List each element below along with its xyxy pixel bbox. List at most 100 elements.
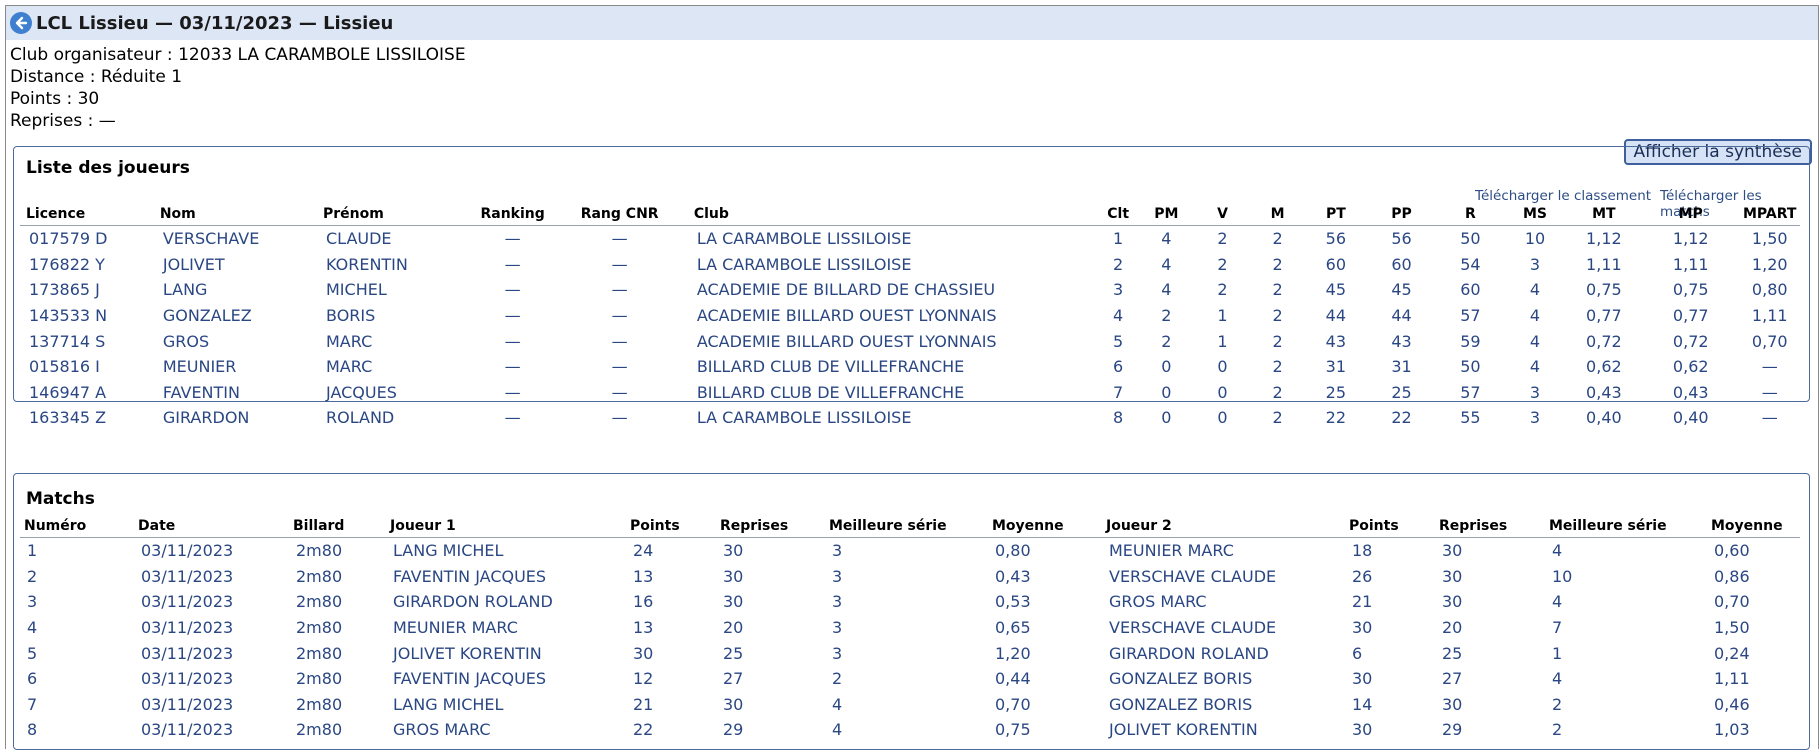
players-cell: BORIS xyxy=(326,306,376,326)
players-cell: 2 xyxy=(1113,254,1124,274)
matchs-cell: 1 xyxy=(27,541,38,561)
matchs-cell: 2m80 xyxy=(296,541,343,561)
players-cell: ACADEMIE DE BILLARD DE CHASSIEU xyxy=(696,280,996,300)
matchs-cell: 3 xyxy=(832,592,843,612)
players-cell: 1,12 xyxy=(1672,229,1709,249)
players-cell: — xyxy=(504,254,521,274)
players-cell: BILLARD CLUB DE VILLEFRANCHE xyxy=(696,382,965,402)
table-row[interactable]: 8 03/11/2023 2m80 GROS MARC 22 29 4 0,75 JOLIVET… xyxy=(20,717,1800,743)
players-cell: 1 xyxy=(1217,331,1228,351)
players-cell: 0,70 xyxy=(1751,331,1788,351)
matchs-cell: GONZALEZ BORIS xyxy=(1109,694,1253,714)
players-cell: — xyxy=(1761,408,1778,428)
table-row[interactable]: 146947 A FAVENTIN JACQUES — — BILLARD CLUB DE… xyxy=(20,380,1800,406)
table-row[interactable]: 6 03/11/2023 2m80 FAVENTIN JACQUES 12 27 2 0,44… xyxy=(20,666,1800,692)
players-col-header: Rang CNR xyxy=(545,203,694,226)
matchs-cell: 03/11/2023 xyxy=(141,566,234,586)
players-col-header: MS xyxy=(1504,203,1566,226)
players-cell: — xyxy=(611,280,628,300)
players-cell: 1 xyxy=(1113,229,1124,249)
points-row: Points : 30 xyxy=(10,88,1818,110)
players-col-header: PP xyxy=(1366,203,1437,226)
players-cell: — xyxy=(504,382,521,402)
players-cell: 2 xyxy=(1272,306,1283,326)
players-cell: 0 xyxy=(1161,357,1172,377)
players-cell: 0 xyxy=(1217,357,1228,377)
table-row[interactable]: 015816 I MEUNIER MARC — — BILLARD CLUB DE VIL… xyxy=(20,354,1800,380)
matchs-cell: 7 xyxy=(1552,618,1563,638)
matchs-cell: 0,86 xyxy=(1714,566,1750,586)
players-cell: 0,77 xyxy=(1672,306,1709,326)
players-cell: 59 xyxy=(1460,331,1481,351)
table-row[interactable]: 176822 Y JOLIVET KORENTIN — — LA CARAMBOLE LI… xyxy=(20,252,1800,278)
players-cell: 2 xyxy=(1272,229,1283,249)
players-cell: LANG xyxy=(162,280,208,300)
table-row[interactable]: 1 03/11/2023 2m80 LANG MICHEL 24 30 3 0,80 MEUNI… xyxy=(20,538,1800,564)
players-cell: — xyxy=(504,229,521,249)
back-arrow-icon[interactable] xyxy=(10,12,32,34)
page-title: LCL Lissieu — 03/11/2023 — Lissieu xyxy=(36,12,394,34)
players-cell: — xyxy=(611,382,628,402)
players-cell: 57 xyxy=(1460,306,1481,326)
players-cell: 55 xyxy=(1460,408,1481,428)
table-row[interactable]: 2 03/11/2023 2m80 FAVENTIN JACQUES 13 30 3 0,43… xyxy=(20,564,1800,590)
matchs-col-header: Numéro xyxy=(20,515,138,538)
players-cell: MICHEL xyxy=(326,280,387,300)
matchs-col-header: Points xyxy=(1349,515,1439,538)
table-row[interactable]: 3 03/11/2023 2m80 GIRARDON ROLAND 16 30 3 0,53 G… xyxy=(20,589,1800,615)
matchs-panel-title: Matchs xyxy=(26,489,95,509)
players-col-header: R xyxy=(1436,203,1505,226)
matchs-col-header: Reprises xyxy=(720,515,829,538)
matchs-cell: GROS MARC xyxy=(393,720,491,740)
players-cell: 4 xyxy=(1529,331,1541,351)
matchs-cell: 5 xyxy=(27,643,38,663)
matchs-cell: FAVENTIN JACQUES xyxy=(393,669,547,689)
table-row[interactable]: 143533 N GONZALEZ BORIS — — ACADEMIE BILLARD … xyxy=(20,303,1800,329)
players-cell: 22 xyxy=(1325,408,1347,428)
matchs-cell: 13 xyxy=(633,566,654,586)
matchs-cell: 2m80 xyxy=(296,592,343,612)
matchs-cell: 0,43 xyxy=(995,566,1031,586)
players-col-header: V xyxy=(1194,203,1251,226)
matchs-cell: 2m80 xyxy=(296,618,343,638)
table-row[interactable]: 7 03/11/2023 2m80 LANG MICHEL 21 30 4 0,70 GONZA… xyxy=(20,692,1800,718)
table-row[interactable]: 017579 D VERSCHAVE CLAUDE — — LA CARAMBOLE LI… xyxy=(20,226,1800,252)
table-row[interactable]: 4 03/11/2023 2m80 MEUNIER MARC 13 20 3 0,65 VERS… xyxy=(20,615,1800,641)
players-cell: 0,80 xyxy=(1751,280,1788,300)
players-cell: — xyxy=(611,229,628,249)
table-row[interactable]: 5 03/11/2023 2m80 JOLIVET KORENTIN 30 25 3 1,20… xyxy=(20,640,1800,666)
matchs-cell: 03/11/2023 xyxy=(141,618,234,638)
players-cell: 0,40 xyxy=(1586,408,1622,428)
players-cell: FAVENTIN xyxy=(162,382,240,402)
players-cell: 31 xyxy=(1391,357,1412,377)
players-cell: 43 xyxy=(1325,331,1347,351)
matchs-cell: 20 xyxy=(1442,618,1463,638)
download-classement-link[interactable]: Télécharger le classement xyxy=(1475,188,1651,204)
matchs-cell: 2m80 xyxy=(296,720,343,740)
players-cell: 1,11 xyxy=(1751,306,1788,326)
title-bar: LCL Lissieu — 03/11/2023 — Lissieu xyxy=(6,6,1818,40)
table-row[interactable]: 173865 J LANG MICHEL — — ACADEMIE DE BILLARD … xyxy=(20,277,1800,303)
matchs-cell: 12 xyxy=(633,669,654,689)
players-cell: MEUNIER xyxy=(162,357,237,377)
matchs-cell: 4 xyxy=(832,720,843,740)
players-cell: LA CARAMBOLE LISSILOISE xyxy=(696,229,912,249)
matchs-cell: 2m80 xyxy=(296,566,343,586)
table-row[interactable]: 137714 S GROS MARC — — ACADEMIE BILLARD OUEST… xyxy=(20,328,1800,354)
players-col-header: MPART xyxy=(1739,203,1800,226)
matchs-cell: 4 xyxy=(1552,669,1563,689)
players-cell: 0,75 xyxy=(1586,280,1622,300)
players-cell: — xyxy=(611,254,628,274)
matchs-col-header: Joueur 2 xyxy=(1106,515,1349,538)
matchs-cell: 0,70 xyxy=(1714,592,1750,612)
players-cell: 4 xyxy=(1113,306,1124,326)
players-cell: 1,11 xyxy=(1586,254,1622,274)
distance-row: Distance : Réduite 1 xyxy=(10,66,1818,88)
matchs-cell: 27 xyxy=(1442,669,1463,689)
table-row[interactable]: 163345 Z GIRARDON ROLAND — — LA CARAMBOLE LIS… xyxy=(20,405,1800,431)
players-col-header: MP xyxy=(1642,203,1740,226)
players-cell: 50 xyxy=(1460,229,1481,249)
matchs-cell: 4 xyxy=(1552,541,1563,561)
players-cell: 4 xyxy=(1161,254,1172,274)
matchs-cell: GIRARDON ROLAND xyxy=(393,592,553,612)
